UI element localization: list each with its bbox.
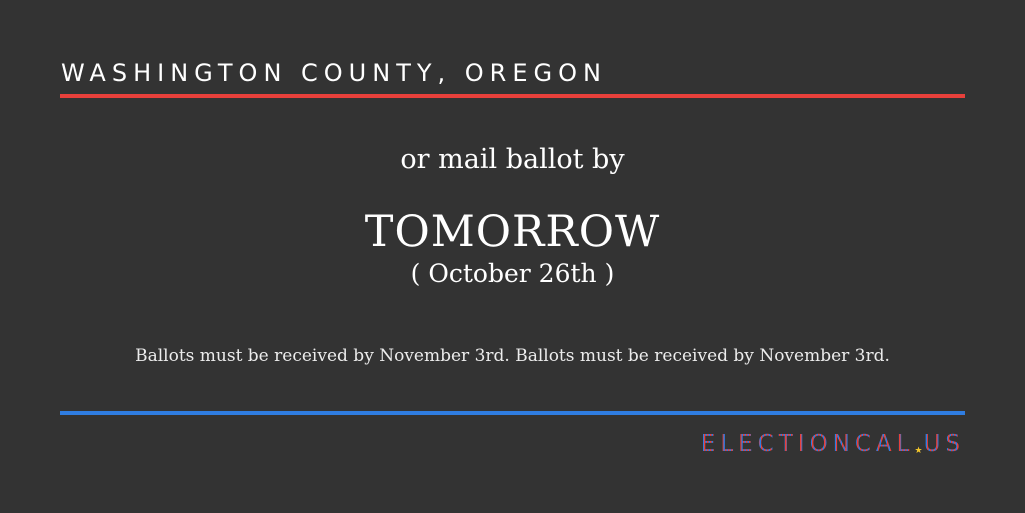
logo-tld: US	[923, 431, 965, 457]
electioncal-logo: ELECTIONCAL★US	[701, 427, 965, 461]
star-icon: ★	[914, 446, 924, 456]
red-divider	[60, 94, 965, 98]
blue-divider	[60, 411, 965, 415]
county-title: WASHINGTON COUNTY, OREGON	[61, 59, 607, 87]
deadline-text: TOMORROW	[364, 207, 661, 257]
deadline-date: ( October 26th )	[410, 259, 615, 288]
receipt-note: Ballots must be received by November 3rd…	[135, 346, 890, 366]
logo-name: ELECTIONCAL	[700, 431, 915, 457]
lead-text: or mail ballot by	[400, 144, 625, 175]
